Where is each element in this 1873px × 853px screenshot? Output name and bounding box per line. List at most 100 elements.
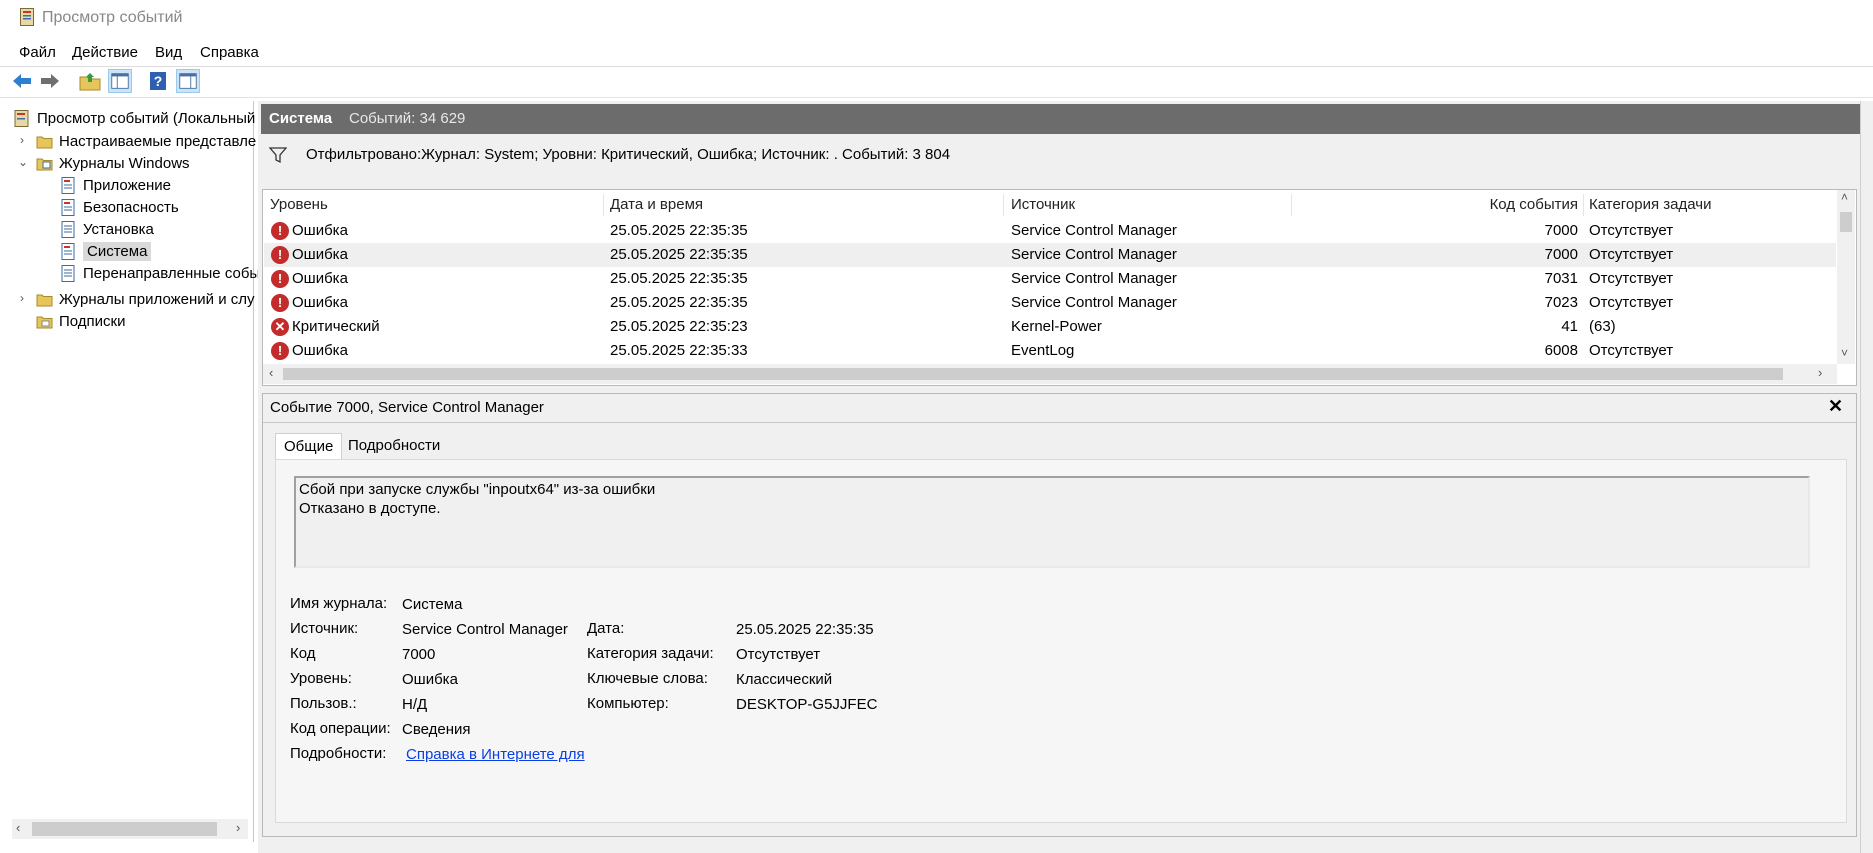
log-name: Система bbox=[269, 110, 333, 127]
value-user: Н/Д bbox=[402, 696, 428, 713]
scroll-up-icon[interactable]: ˄ bbox=[1841, 190, 1848, 204]
action-pane-icon[interactable] bbox=[176, 69, 200, 93]
column-header-source[interactable]: Источник bbox=[1011, 190, 1075, 220]
chevron-down-icon[interactable]: ⌄ bbox=[18, 155, 28, 169]
events-vertical-scrollbar[interactable]: ˄ ˅ bbox=[1837, 190, 1855, 364]
tree-item-label: Безопасность bbox=[83, 198, 179, 216]
column-header-datetime[interactable]: Дата и время bbox=[610, 190, 703, 220]
error-icon: ! bbox=[271, 342, 289, 360]
event-message-box[interactable]: Сбой при запуске службы "inpoutx64" из-з… bbox=[294, 476, 1810, 568]
label-date: Дата: bbox=[587, 620, 625, 637]
folder-log-icon bbox=[36, 158, 53, 170]
cell-source: EventLog bbox=[1011, 342, 1075, 359]
tree-item-app-services-logs[interactable]: Журналы приложений и слу bbox=[36, 288, 255, 310]
online-help-link[interactable]: Справка в Интернете для bbox=[406, 746, 585, 763]
cell-category: Отсутствует bbox=[1589, 294, 1674, 311]
label-code: Код bbox=[290, 645, 316, 662]
tree-item-label: Перенаправленные собы bbox=[83, 264, 261, 282]
forward-icon[interactable] bbox=[38, 69, 62, 93]
scrollbar-thumb[interactable] bbox=[283, 368, 1783, 380]
label-more-info: Подробности: bbox=[290, 745, 387, 762]
cell-category: Отсутствует bbox=[1589, 246, 1674, 263]
tree-item-subscriptions[interactable]: Подписки bbox=[36, 310, 126, 332]
cell-datetime: 25.05.2025 22:35:33 bbox=[610, 342, 748, 359]
menu-file[interactable]: Файл bbox=[19, 44, 56, 61]
event-count: Событий: 34 629 bbox=[349, 110, 466, 127]
column-separator[interactable] bbox=[603, 194, 604, 216]
menu-help[interactable]: Справка bbox=[200, 44, 259, 61]
console-tree-icon[interactable] bbox=[108, 69, 132, 93]
log-icon bbox=[61, 242, 75, 260]
folder-up-icon[interactable] bbox=[78, 69, 102, 93]
chevron-right-icon[interactable]: › bbox=[20, 291, 24, 305]
error-icon: ! bbox=[271, 270, 289, 288]
column-header-level[interactable]: Уровень bbox=[270, 190, 328, 220]
cell-category: (63) bbox=[1589, 318, 1616, 335]
error-icon: ! bbox=[271, 222, 289, 240]
scroll-right-icon[interactable]: › bbox=[236, 820, 240, 835]
cell-level: Ошибка bbox=[292, 270, 348, 287]
cell-datetime: 25.05.2025 22:35:35 bbox=[610, 246, 748, 263]
column-header-event-code[interactable]: Код события bbox=[1488, 190, 1578, 220]
tab-general[interactable]: Общие bbox=[275, 433, 343, 460]
general-tab-panel: Сбой при запуске службы "inpoutx64" из-з… bbox=[275, 459, 1847, 823]
table-row[interactable]: ! Ошибка 25.05.2025 22:35:35 Service Con… bbox=[264, 219, 1836, 243]
label-computer: Компьютер: bbox=[587, 695, 669, 712]
table-row[interactable]: ✕ Критический 25.05.2025 22:35:23 Kernel… bbox=[264, 315, 1836, 339]
event-message-line: Сбой при запуске службы "inpoutx64" из-з… bbox=[299, 481, 656, 498]
label-log-name: Имя журнала: bbox=[290, 595, 388, 612]
cell-source: Kernel-Power bbox=[1011, 318, 1102, 335]
filter-bar: Отфильтровано:Журнал: System; Уровни: Кр… bbox=[261, 136, 1861, 184]
label-keywords: Ключевые слова: bbox=[587, 670, 708, 687]
tree-item-windows-logs[interactable]: Журналы Windows bbox=[36, 152, 190, 174]
filter-description: Отфильтровано:Журнал: System; Уровни: Кр… bbox=[306, 146, 951, 163]
event-details-pane: Событие 7000, Service Control Manager ✕ … bbox=[262, 393, 1857, 837]
back-icon[interactable] bbox=[10, 69, 34, 93]
cell-datetime: 25.05.2025 22:35:35 bbox=[610, 270, 748, 287]
close-icon[interactable]: ✕ bbox=[1828, 396, 1843, 417]
cell-category: Отсутствует bbox=[1589, 222, 1674, 239]
column-separator[interactable] bbox=[1003, 194, 1004, 216]
tree-item-security[interactable]: Безопасность bbox=[60, 196, 179, 218]
scroll-right-icon[interactable]: › bbox=[1818, 365, 1822, 380]
tree-item-application[interactable]: Приложение bbox=[60, 174, 171, 196]
tree-item-system[interactable]: Система bbox=[60, 240, 152, 262]
event-details-title: Событие 7000, Service Control Manager bbox=[270, 399, 544, 416]
table-row[interactable]: ! Ошибка 25.05.2025 22:35:33 EventLog 60… bbox=[264, 339, 1836, 363]
scrollbar-thumb[interactable] bbox=[32, 822, 217, 836]
cell-datetime: 25.05.2025 22:35:35 bbox=[610, 222, 748, 239]
console-tree: Просмотр событий (Локальный › Настраивае… bbox=[0, 101, 260, 842]
scrollbar-thumb[interactable] bbox=[1840, 212, 1852, 232]
table-row[interactable]: ! Ошибка 25.05.2025 22:35:35 Service Con… bbox=[264, 291, 1836, 315]
cell-source: Service Control Manager bbox=[1011, 270, 1177, 287]
menu-view[interactable]: Вид bbox=[155, 44, 182, 61]
value-level: Ошибка bbox=[402, 671, 458, 688]
scroll-down-icon[interactable]: ˅ bbox=[1841, 346, 1848, 360]
chevron-right-icon[interactable]: › bbox=[20, 133, 24, 147]
scroll-left-icon[interactable]: ‹ bbox=[269, 365, 273, 380]
table-row[interactable]: ! Ошибка 25.05.2025 22:35:35 Service Con… bbox=[264, 267, 1836, 291]
cell-datetime: 25.05.2025 22:35:35 bbox=[610, 294, 748, 311]
tree-item-label: Настраиваемые представле bbox=[59, 132, 257, 150]
event-viewer-app-icon bbox=[20, 8, 34, 26]
column-separator[interactable] bbox=[1583, 194, 1584, 216]
tree-root[interactable]: Просмотр событий (Локальный bbox=[14, 107, 255, 129]
table-row-selected[interactable]: ! Ошибка 25.05.2025 22:35:35 Service Con… bbox=[264, 243, 1836, 267]
column-header-task-category[interactable]: Категория задачи bbox=[1589, 190, 1711, 220]
events-horizontal-scrollbar[interactable]: ‹ › bbox=[263, 364, 1837, 384]
event-message-line: Отказано в доступе. bbox=[299, 500, 441, 517]
tree-horizontal-scrollbar[interactable]: ‹ › bbox=[12, 819, 248, 839]
value-code: 7000 bbox=[402, 646, 436, 663]
column-separator[interactable] bbox=[1291, 194, 1292, 216]
tree-item-forwarded[interactable]: Перенаправленные собы bbox=[60, 262, 260, 284]
menu-action[interactable]: Действие bbox=[72, 44, 138, 61]
help-icon[interactable]: ? bbox=[146, 69, 170, 93]
tree-item-custom-views[interactable]: Настраиваемые представле bbox=[36, 130, 256, 152]
tab-details[interactable]: Подробности bbox=[340, 433, 448, 459]
scroll-left-icon[interactable]: ‹ bbox=[16, 820, 20, 835]
title-bar: Просмотр событий bbox=[0, 0, 1873, 38]
cell-source: Service Control Manager bbox=[1011, 246, 1177, 263]
value-keywords: Классический bbox=[736, 671, 833, 688]
value-date: 25.05.2025 22:35:35 bbox=[736, 621, 874, 638]
tree-item-setup[interactable]: Установка bbox=[60, 218, 154, 240]
